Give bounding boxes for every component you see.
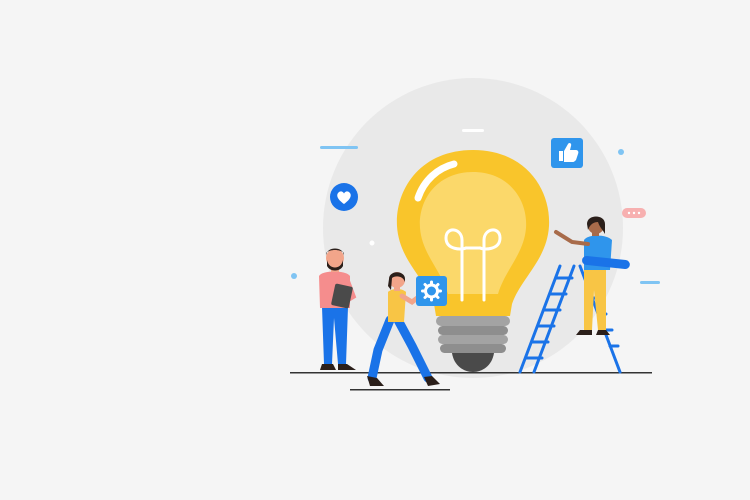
chat-bubble-icon xyxy=(622,208,646,218)
accent-dot-right xyxy=(618,149,624,155)
thumbs-up-icon xyxy=(551,138,583,168)
accent-dash-right xyxy=(640,281,660,284)
accent-dot-left xyxy=(291,273,297,279)
illustration-stage xyxy=(0,0,750,500)
bulb-socket-ring-1 xyxy=(438,326,508,335)
bulb-socket-top xyxy=(436,316,510,326)
bulb-socket-ring-3 xyxy=(440,344,506,353)
gear-icon xyxy=(416,276,447,306)
accent-dash-top xyxy=(462,129,484,132)
heart-icon xyxy=(330,183,358,211)
accent-dash-top-left xyxy=(320,146,358,149)
ground-line-lower xyxy=(350,389,450,391)
ground-line xyxy=(290,372,652,374)
accent-dot-mid xyxy=(369,240,375,246)
idea-illustration xyxy=(290,78,660,391)
bulb-socket-ring-2 xyxy=(438,335,508,344)
